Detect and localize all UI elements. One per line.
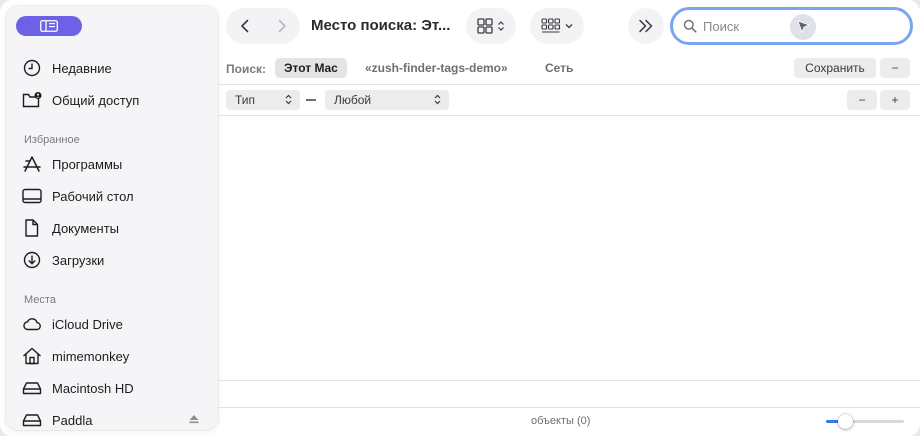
finder-window: Недавние Общий доступ Избранное Программ… [0, 0, 920, 436]
sidebar-item-label: Загрузки [52, 252, 105, 268]
sidebar-item-recents[interactable]: Недавние [22, 55, 212, 81]
back-button[interactable] [226, 8, 263, 44]
save-search-button[interactable]: Сохранить [794, 58, 876, 78]
sidebar-item-label: Общий доступ [52, 92, 140, 108]
chevron-updown-icon [498, 21, 504, 31]
chevron-updown-icon [285, 94, 292, 105]
window-title: Место поиска: Эт... [311, 17, 451, 34]
scope-this-mac[interactable]: Этот Mac [275, 58, 347, 78]
scope-current-folder[interactable]: «zush-finder-tags-demo» [356, 58, 517, 78]
sidebar-item-label: iCloud Drive [52, 316, 123, 332]
sidebar-item-label: Macintosh HD [52, 380, 134, 396]
search-icon [683, 19, 697, 33]
sidebar-toggle-button[interactable] [16, 16, 82, 36]
remove-search-button[interactable]: − [880, 58, 910, 78]
attribute-select[interactable]: Тип [226, 90, 300, 110]
path-bar-divider [218, 380, 920, 381]
attribute-select-value: Тип [235, 93, 256, 107]
pointer-icon [797, 20, 811, 34]
remove-criteria-button[interactable]: − [847, 90, 877, 110]
chevron-left-icon [240, 19, 248, 33]
eject-icon[interactable] [188, 413, 200, 425]
cloud-icon [22, 314, 46, 334]
icon-size-slider-knob[interactable] [838, 414, 853, 429]
sidebar-icon [40, 20, 58, 32]
navigation-group [226, 8, 300, 44]
view-mode-button[interactable] [466, 8, 516, 44]
chevron-down-icon [565, 24, 573, 29]
clock-icon [22, 58, 46, 78]
value-select[interactable]: Любой [325, 90, 449, 110]
add-criteria-button[interactable]: + [880, 90, 910, 110]
grid-view-icon [477, 18, 493, 34]
sidebar-item-home[interactable]: mimemonkey [22, 343, 212, 369]
chevron-updown-icon [434, 94, 441, 105]
shared-folder-icon [22, 90, 46, 110]
sidebar: Недавние Общий доступ Избранное Программ… [6, 6, 218, 430]
desktop-icon [22, 186, 46, 206]
item-count: объекты (0) [531, 415, 591, 427]
sidebar-item-applications[interactable]: Программы [22, 151, 212, 177]
document-icon [22, 218, 46, 238]
disk-icon [22, 410, 46, 430]
scope-network[interactable]: Сеть [536, 58, 582, 78]
sidebar-item-label: Документы [52, 220, 120, 236]
disk-icon [22, 378, 46, 398]
cursor-highlight [790, 14, 816, 40]
downloads-icon [22, 250, 46, 270]
sidebar-section-favorites: Избранное [24, 134, 80, 146]
applications-icon [22, 154, 46, 174]
chevron-right-icon [278, 19, 286, 33]
results-area[interactable] [218, 116, 920, 380]
sidebar-item-shared[interactable]: Общий доступ [22, 87, 212, 113]
sidebar-item-label: Программы [52, 156, 123, 172]
value-select-value: Любой [334, 93, 372, 107]
sidebar-item-macintosh-hd[interactable]: Macintosh HD [22, 375, 212, 401]
sidebar-item-label: Paddla [52, 412, 93, 428]
home-icon [22, 346, 46, 366]
sidebar-item-icloud[interactable]: iCloud Drive [22, 311, 212, 337]
group-icon [541, 18, 561, 33]
criteria-separator [306, 99, 316, 101]
sidebar-item-label: Недавние [52, 60, 112, 76]
scope-divider [218, 84, 920, 85]
forward-button[interactable] [263, 8, 300, 44]
group-by-button[interactable] [530, 8, 584, 44]
sidebar-item-label: Рабочий стол [52, 188, 134, 204]
sidebar-item-desktop[interactable]: Рабочий стол [22, 183, 212, 209]
scope-label: Поиск: [226, 62, 267, 76]
sidebar-item-paddla[interactable]: Paddla [22, 407, 212, 433]
more-toolbar-items-button[interactable] [628, 8, 664, 44]
sidebar-item-downloads[interactable]: Загрузки [22, 247, 212, 273]
sidebar-section-locations: Места [24, 294, 56, 306]
sidebar-item-label: mimemonkey [52, 348, 130, 364]
sidebar-item-documents[interactable]: Документы [22, 215, 212, 241]
status-bar-divider [218, 407, 920, 408]
double-chevron-right-icon [639, 19, 653, 33]
